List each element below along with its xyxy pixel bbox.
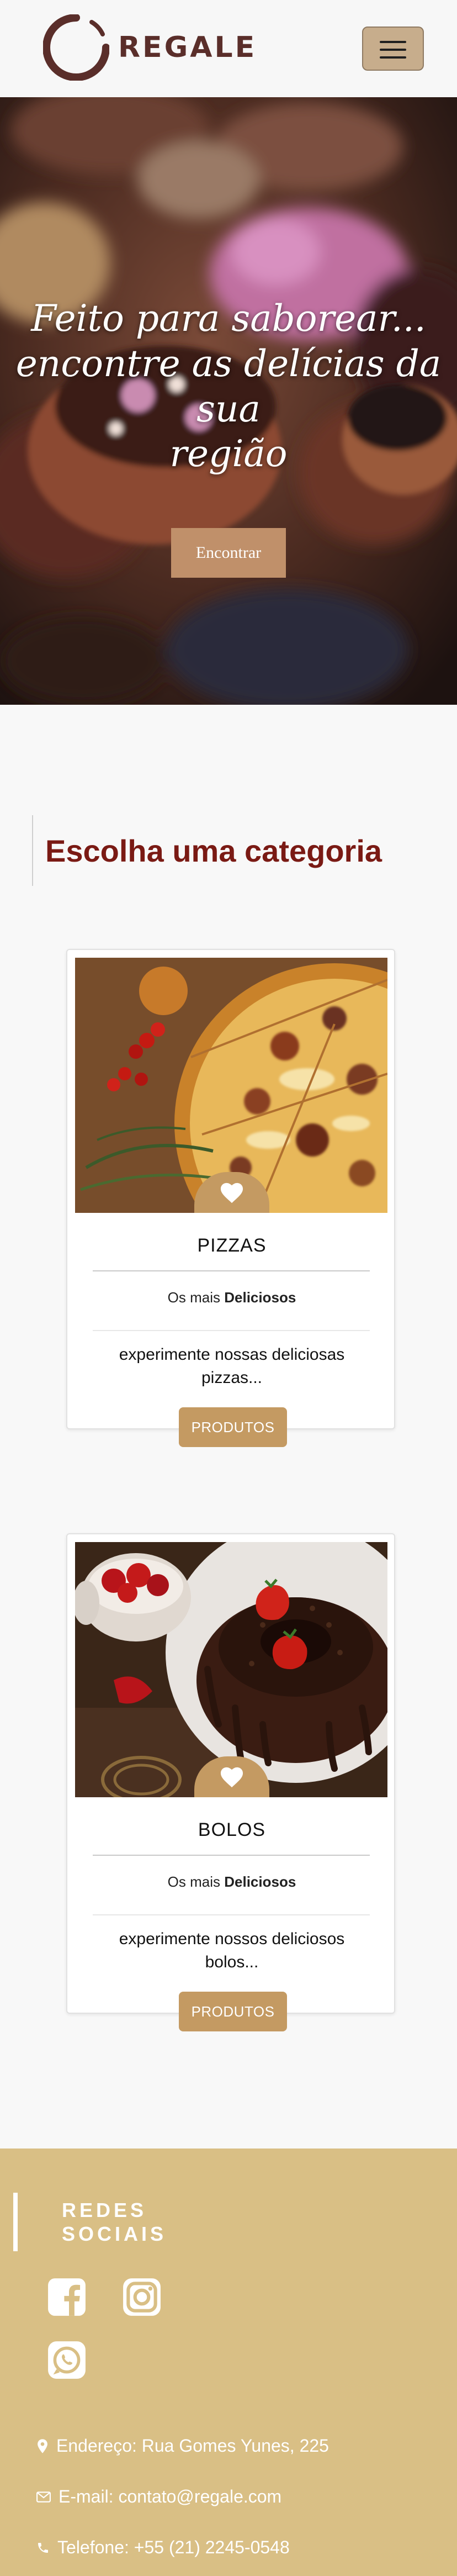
facebook-icon[interactable] xyxy=(46,2277,87,2318)
divider xyxy=(93,1330,370,1331)
category-description: experimente nossas deliciosas pizzas... xyxy=(119,1345,345,1387)
divider xyxy=(93,1270,370,1271)
products-button[interactable]: PRODUTOS xyxy=(179,1992,287,2031)
find-button[interactable]: Encontrar xyxy=(171,528,286,578)
mail-icon xyxy=(36,2491,51,2503)
instagram-icon[interactable] xyxy=(121,2277,162,2318)
category-title-prefix: Escolha uma xyxy=(45,833,245,868)
site-footer: REDES SOCIAIS Endereço: Rua Gomes Yunes,… xyxy=(0,2149,457,2576)
section-accent-bar xyxy=(13,2193,18,2251)
category-subtitle: Os mais Deliciosos xyxy=(67,1289,396,1306)
whatsapp-icon[interactable] xyxy=(46,2340,87,2380)
email-line[interactable]: E-mail: contato@regale.com xyxy=(36,2487,281,2507)
menu-line-icon xyxy=(380,41,406,43)
category-title-bold: categoria xyxy=(245,833,382,868)
category-name: PIZZAS xyxy=(197,1235,267,1256)
address-text: Endereço: Rua Gomes Yunes, 225 xyxy=(56,2436,329,2456)
phone-text: Telefone: +55 (21) 2245-0548 xyxy=(57,2537,290,2557)
category-title: Escolha uma categoria xyxy=(45,833,382,869)
divider xyxy=(93,1914,370,1915)
logo-ring-icon xyxy=(43,14,109,81)
products-button[interactable]: PRODUTOS xyxy=(179,1407,287,1447)
subtitle-bold: Deliciosos xyxy=(224,1289,296,1306)
heart-icon xyxy=(220,1183,243,1203)
hero-title-line: região xyxy=(169,432,288,476)
hero-title-line: encontre as delícias da sua xyxy=(15,342,442,430)
category-card-bolos: BOLOS Os mais Deliciosos experimente nos… xyxy=(66,1533,396,2031)
category-section-header: Escolha uma categoria xyxy=(32,815,382,886)
hero-banner: Feito para saborear... encontre as delíc… xyxy=(0,97,457,705)
menu-line-icon xyxy=(380,56,406,59)
phone-icon xyxy=(38,2542,48,2553)
social-title: REDES SOCIAIS xyxy=(62,2199,167,2246)
menu-line-icon xyxy=(380,49,406,51)
hamburger-menu-button[interactable] xyxy=(362,27,424,71)
subtitle-bold: Deliciosos xyxy=(224,1873,296,1890)
location-pin-icon xyxy=(38,2438,47,2453)
email-text: E-mail: contato@regale.com xyxy=(59,2487,282,2506)
subtitle-prefix: Os mais xyxy=(167,1289,225,1306)
divider xyxy=(93,1855,370,1856)
category-subtitle: Os mais Deliciosos xyxy=(67,1873,396,1891)
logo-text: REGALE xyxy=(118,31,257,64)
address-line: Endereço: Rua Gomes Yunes, 225 xyxy=(36,2436,329,2456)
logo[interactable]: REGALE xyxy=(43,14,254,84)
hero-title-line: Feito para saborear... xyxy=(31,297,426,340)
category-description: experimente nossos deliciosos bolos... xyxy=(119,1930,345,1971)
subtitle-prefix: Os mais xyxy=(167,1873,225,1890)
hero-title: Feito para saborear... encontre as delíc… xyxy=(0,296,457,477)
category-name: BOLOS xyxy=(198,1819,266,1840)
heart-icon xyxy=(220,1767,243,1788)
site-header: REGALE xyxy=(0,0,457,97)
phone-line[interactable]: Telefone: +55 (21) 2245-0548 xyxy=(36,2537,290,2558)
category-card-pizzas: PIZZAS Os mais Deliciosos experimente no… xyxy=(66,949,396,1447)
